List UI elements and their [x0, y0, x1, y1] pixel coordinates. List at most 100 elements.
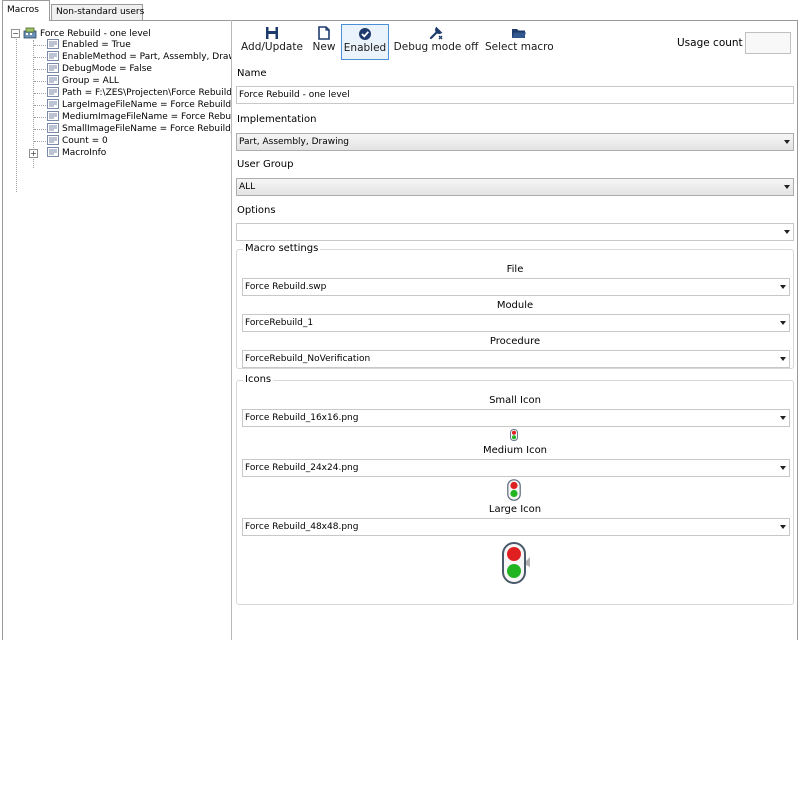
select-macro-label: Select macro: [485, 41, 554, 53]
property-icon: [47, 75, 59, 85]
tree-item-path[interactable]: Path = F:\ZES\Projecten\Force Rebuild\Fo…: [47, 87, 232, 99]
enabled-label: Enabled: [343, 42, 387, 54]
select-macro-button[interactable]: Select macro: [485, 24, 554, 60]
tree-collapse-toggle[interactable]: −: [11, 29, 20, 38]
property-icon: [47, 111, 59, 121]
check-circle-icon: [359, 28, 371, 40]
tree-item-enabled[interactable]: Enabled = True: [47, 39, 131, 51]
medium-icon-value: Force Rebuild_24x24.png: [245, 463, 359, 473]
large-icon-label: Large Icon: [488, 504, 542, 515]
tree-connector: [16, 36, 17, 192]
small-icon-select[interactable]: Force Rebuild_16x16.png: [242, 409, 790, 427]
tree-item-label: MacroInfo: [62, 148, 107, 158]
traffic-light-icon: [507, 479, 521, 501]
chevron-down-icon: [780, 285, 786, 289]
chevron-down-icon: [780, 321, 786, 325]
tree-connector: [34, 69, 46, 70]
file-value: Force Rebuild.swp: [245, 282, 327, 292]
medium-icon-select[interactable]: Force Rebuild_24x24.png: [242, 459, 790, 477]
property-icon: [47, 63, 59, 73]
icons-title: Icons: [243, 374, 274, 385]
tree-item-label: LargeImageFileName = Force Rebuild_48x48…: [62, 100, 232, 110]
new-document-icon: [318, 26, 330, 40]
procedure-value: ForceRebuild_NoVerification: [245, 354, 371, 364]
tab-strip: Macros Non-standard users: [0, 0, 800, 22]
tree-connector: [34, 105, 46, 106]
options-select[interactable]: [236, 223, 794, 241]
macro-group-icon: [23, 27, 37, 39]
tree-root-label: Force Rebuild - one level: [40, 29, 151, 39]
tree-item-label: SmallImageFileName = Force Rebuild_16x16…: [62, 124, 232, 134]
implementation-label: Implementation: [237, 114, 317, 125]
tree-expand-toggle[interactable]: +: [29, 149, 38, 158]
folder-open-icon: [512, 29, 526, 38]
enabled-button[interactable]: Enabled: [341, 24, 389, 60]
name-label: Name: [237, 68, 267, 79]
chevron-down-icon: [784, 140, 790, 144]
property-icon: [47, 123, 59, 133]
property-icon: [47, 135, 59, 145]
tree-item-label: Enabled = True: [62, 40, 131, 50]
macro-tree[interactable]: − Force Rebuild - one level Enabled = Tr…: [6, 26, 232, 638]
macro-settings-title: Macro settings: [243, 243, 321, 254]
new-button[interactable]: New: [310, 24, 338, 60]
add-update-button[interactable]: Add/Update: [240, 24, 304, 60]
small-icon-value: Force Rebuild_16x16.png: [245, 413, 359, 423]
tree-item-small-image[interactable]: SmallImageFileName = Force Rebuild_16x16…: [47, 123, 232, 135]
debug-mode-button[interactable]: Debug mode off: [393, 24, 479, 60]
tree-connector: [34, 93, 46, 94]
large-icon-select[interactable]: Force Rebuild_48x48.png: [242, 518, 790, 536]
implementation-select[interactable]: Part, Assembly, Drawing: [236, 133, 794, 151]
module-value: ForceRebuild_1: [245, 318, 314, 328]
module-label: Module: [496, 300, 534, 311]
name-input[interactable]: Force Rebuild - one level: [236, 86, 794, 104]
tree-root-node[interactable]: Force Rebuild - one level: [23, 27, 151, 39]
tree-item-count[interactable]: Count = 0: [47, 135, 108, 147]
implementation-value: Part, Assembly, Drawing: [239, 137, 350, 147]
usage-count-field[interactable]: [745, 32, 791, 54]
chevron-down-icon: [780, 466, 786, 470]
user-group-label: User Group: [237, 159, 294, 170]
tree-item-label: Path = F:\ZES\Projecten\Force Rebuild\Fo…: [62, 88, 232, 98]
tree-item-label: MediumImageFileName = Force Rebuild_24x2…: [62, 112, 232, 122]
tree-item-debug-mode[interactable]: DebugMode = False: [47, 63, 152, 75]
tree-connector: [34, 117, 46, 118]
tree-item-large-image[interactable]: LargeImageFileName = Force Rebuild_48x48…: [47, 99, 232, 111]
module-select[interactable]: ForceRebuild_1: [242, 314, 790, 332]
debug-mode-label: Debug mode off: [393, 41, 479, 53]
large-icon-value: Force Rebuild_48x48.png: [245, 522, 359, 532]
icons-group: Icons Small Icon Force Rebuild_16x16.png…: [236, 374, 794, 605]
tree-connector: [34, 57, 46, 58]
tab-non-standard-users[interactable]: Non-standard users: [51, 4, 144, 21]
tree-item-label: Group = ALL: [62, 76, 119, 86]
traffic-light-icon: [502, 542, 530, 584]
tree-item-label: EnableMethod = Part, Assembly, Drawing: [62, 52, 232, 62]
tree-connector: [34, 141, 46, 142]
tree-item-medium-image[interactable]: MediumImageFileName = Force Rebuild_24x2…: [47, 111, 232, 123]
property-icon: [47, 51, 59, 61]
options-label: Options: [237, 205, 276, 216]
tree-connector: [34, 81, 46, 82]
tab-macros[interactable]: Macros: [2, 0, 50, 21]
tree-item-group[interactable]: Group = ALL: [47, 75, 119, 87]
tree-connector: [34, 129, 46, 130]
user-group-select[interactable]: ALL: [236, 178, 794, 196]
small-icon-label: Small Icon: [489, 395, 541, 406]
tree-item-label: DebugMode = False: [62, 64, 152, 74]
file-label: File: [506, 264, 524, 275]
save-icon: [266, 27, 278, 39]
medium-icon-label: Medium Icon: [482, 445, 548, 456]
tree-item-macro-info[interactable]: MacroInfo: [47, 147, 106, 159]
file-select[interactable]: Force Rebuild.swp: [242, 278, 790, 296]
new-label: New: [312, 41, 336, 53]
macro-settings-group: Macro settings File Force Rebuild.swp Mo…: [236, 243, 794, 369]
traffic-light-icon: [510, 429, 518, 441]
add-update-label: Add/Update: [241, 41, 303, 53]
usage-count-label: Usage count: [677, 37, 743, 49]
chevron-down-icon: [780, 357, 786, 361]
chevron-down-icon: [784, 230, 790, 234]
procedure-select[interactable]: ForceRebuild_NoVerification: [242, 350, 790, 368]
wrench-debug-icon: [429, 26, 443, 40]
chevron-down-icon: [784, 185, 790, 189]
tree-item-enable-method[interactable]: EnableMethod = Part, Assembly, Drawing: [47, 51, 232, 63]
